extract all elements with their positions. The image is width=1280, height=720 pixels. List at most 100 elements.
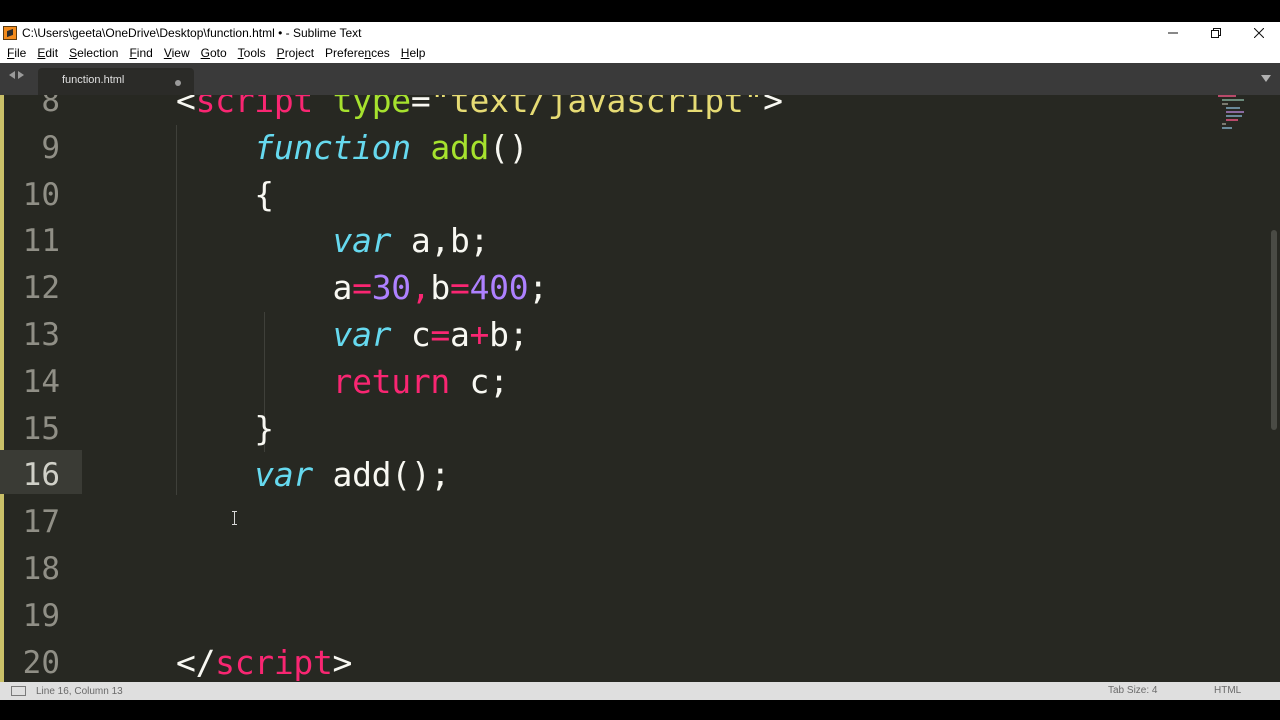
line-number-gutter: 8 9 10 11 12 13 14 15 16 17 18 19 20	[0, 95, 70, 682]
code-token: b	[430, 268, 450, 308]
minimize-button[interactable]	[1151, 22, 1194, 43]
line-number: 10	[22, 176, 60, 213]
menu-selection[interactable]: Selection	[64, 46, 124, 60]
code-content[interactable]: <script type="text/javascript"> function…	[176, 95, 783, 682]
syntax-indicator[interactable]: HTML	[1214, 682, 1241, 700]
code-line[interactable]: a=30,b=400;	[176, 265, 783, 312]
code-token: add();	[312, 455, 451, 495]
code-line[interactable]	[176, 593, 783, 640]
menu-preferences[interactable]: Preferences	[320, 46, 396, 60]
restore-button[interactable]	[1194, 22, 1237, 43]
close-icon	[1253, 27, 1264, 38]
line-number: 12	[22, 270, 60, 307]
line-number: 18	[22, 550, 60, 587]
tab-label: function.html	[62, 74, 125, 86]
menu-label-prefix: Prefere	[325, 46, 365, 60]
menu-label-rest: ools	[243, 46, 266, 60]
code-line[interactable]: return c;	[176, 359, 783, 406]
menu-bar: File Edit Selection Find View Goto Tools Projec…	[0, 43, 1280, 63]
code-token: function	[254, 127, 411, 167]
menu-label-rest: ind	[136, 46, 153, 60]
code-editor[interactable]: 8 9 10 11 12 13 14 15 16 17 18 19 20 <script type="t…	[0, 95, 1280, 682]
minimap-line	[1222, 123, 1226, 125]
window-titlebar[interactable]: C:\Users\geeta\OneDrive\Desktop\function…	[0, 22, 1280, 43]
code-token: =	[352, 268, 372, 308]
menu-accelerator: F	[129, 46, 137, 60]
code-token: ()	[489, 127, 529, 167]
menu-find[interactable]: Find	[124, 46, 158, 60]
code-token: ;	[528, 268, 548, 308]
close-button[interactable]	[1237, 22, 1280, 43]
code-line[interactable]: </script>	[176, 640, 783, 682]
tab-prev-icon[interactable]	[9, 71, 15, 79]
line-number: 14	[22, 363, 60, 400]
code-token: a,b;	[391, 221, 490, 261]
panel-toggle-icon[interactable]	[11, 686, 26, 696]
code-token: =	[410, 95, 431, 120]
menu-label-rest: ces	[371, 46, 390, 60]
minimap-line	[1226, 115, 1242, 117]
menu-help[interactable]: Help	[396, 46, 432, 60]
code-token: type	[332, 95, 412, 120]
code-token: ,	[410, 268, 431, 308]
menu-label-rest: ile	[14, 46, 27, 60]
scrollbar-thumb[interactable]	[1271, 230, 1277, 430]
tab-list-dropdown-icon[interactable]	[1261, 75, 1271, 82]
cursor-position: Line 16, Column 13	[36, 685, 123, 697]
minimap-line	[1226, 119, 1238, 121]
code-token: add	[430, 127, 490, 167]
video-letterbox-bottom	[0, 700, 1280, 720]
tab-next-icon[interactable]	[18, 71, 24, 79]
tab-function-html[interactable]: function.html	[38, 68, 194, 95]
minimap-line	[1218, 95, 1236, 97]
code-line[interactable]: }	[176, 406, 783, 453]
menu-label-rest: oto	[209, 46, 227, 60]
minimize-icon	[1167, 32, 1178, 33]
code-token: </	[176, 642, 216, 682]
minimap[interactable]	[1218, 95, 1268, 145]
code-token: var	[254, 455, 313, 495]
menu-label-rest: elp	[409, 46, 426, 60]
line-number: 15	[22, 410, 60, 447]
code-line[interactable]: function add()	[176, 125, 783, 172]
menu-accelerator: V	[163, 46, 172, 60]
restore-icon	[1210, 27, 1221, 38]
line-number: 17	[22, 504, 60, 541]
minimap-line	[1226, 107, 1240, 109]
tab-size-indicator[interactable]: Tab Size: 4	[1108, 682, 1157, 700]
code-line[interactable]: <script type="text/javascript">	[176, 95, 783, 125]
menu-tools[interactable]: Tools	[233, 46, 272, 60]
line-number: 16	[22, 457, 60, 494]
code-line[interactable]	[176, 499, 783, 546]
unsaved-dot-icon[interactable]	[175, 80, 181, 86]
menu-label-rest: dit	[45, 46, 59, 60]
code-token: b;	[489, 314, 529, 354]
menu-accelerator: G	[200, 46, 210, 60]
menu-file[interactable]: File	[2, 46, 32, 60]
menu-edit[interactable]: Edit	[32, 46, 64, 60]
line-number: 8	[41, 95, 60, 119]
menu-label-rest: iew	[171, 46, 190, 60]
minimap-line	[1222, 103, 1228, 105]
line-number: 20	[22, 644, 60, 681]
code-token: >	[332, 642, 353, 682]
code-token: >	[763, 95, 783, 120]
code-token: script	[195, 95, 314, 120]
code-line[interactable]: var add();	[176, 452, 783, 499]
code-line[interactable]: var c=a+b;	[176, 312, 783, 359]
menu-project[interactable]: Project	[272, 46, 320, 60]
code-line[interactable]	[176, 546, 783, 593]
code-token: 400	[469, 268, 529, 308]
menu-label-rest: roject	[284, 46, 315, 60]
code-line[interactable]: {	[176, 172, 783, 219]
code-line[interactable]: var a,b;	[176, 218, 783, 265]
tab-nav-arrows	[9, 71, 24, 79]
menu-view[interactable]: View	[159, 46, 196, 60]
menu-goto[interactable]: Goto	[196, 46, 233, 60]
minimap-line	[1226, 111, 1244, 113]
